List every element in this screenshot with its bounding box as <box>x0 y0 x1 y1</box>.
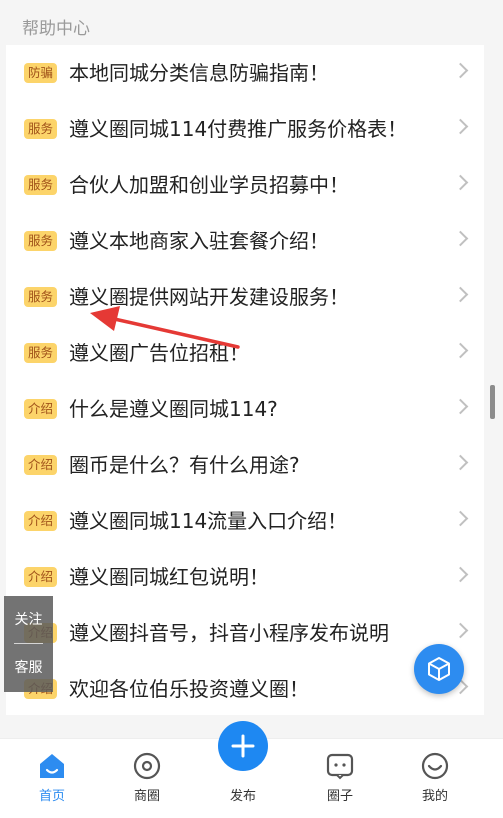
side-float-panel: 关注 客服 <box>4 596 53 692</box>
item-title: 遵义圈同城114付费推广服务价格表！ <box>69 117 408 141</box>
category-tag: 防骗 <box>24 63 58 83</box>
list-item[interactable]: 防骗 本地同城分类信息防骗指南！ <box>6 45 484 101</box>
tab-home-label: 首页 <box>38 789 65 804</box>
help-list: 防骗 本地同城分类信息防骗指南！ 服务 遵义圈同城114付费推广服务价格表！ 服… <box>6 45 484 715</box>
chevron-right-icon <box>452 566 469 583</box>
tab-circle[interactable]: 圈子 <box>300 739 380 818</box>
item-title: 遵义圈提供网站开发建设服务！ <box>69 285 349 309</box>
chevron-right-icon <box>452 174 469 191</box>
list-item[interactable]: 介绍 欢迎各位伯乐投资遵义圈！ <box>6 661 484 717</box>
item-title: 遵义圈广告位招租！ <box>69 341 249 365</box>
category-tag: 介绍 <box>24 455 58 475</box>
smile-icon <box>421 752 449 780</box>
list-item[interactable]: 服务 遵义圈广告位招租！ <box>6 325 484 381</box>
tab-mine[interactable]: 我的 <box>395 739 475 818</box>
help-center-page: 帮助中心 防骗 本地同城分类信息防骗指南！ 服务 遵义圈同城114付费推广服务价… <box>0 0 503 818</box>
list-item[interactable]: 介绍 遵义圈同城红包说明！ <box>6 549 484 605</box>
tab-shop-label: 商圈 <box>133 789 160 804</box>
list-item[interactable]: 服务 遵义圈同城114付费推广服务价格表！ <box>6 101 484 157</box>
chevron-right-icon <box>452 118 469 135</box>
tab-shop[interactable]: 商圈 <box>107 739 187 818</box>
tab-home[interactable]: 首页 <box>12 739 92 818</box>
category-tag: 介绍 <box>24 399 58 419</box>
chevron-right-icon <box>452 230 469 247</box>
item-title: 合伙人加盟和创业学员招募中！ <box>69 173 349 197</box>
home-icon <box>40 754 64 778</box>
list-item[interactable]: 介绍 遵义圈抖音号，抖音小程序发布说明 <box>6 605 484 661</box>
chevron-right-icon <box>452 398 469 415</box>
customer-service-button[interactable]: 客服 <box>4 644 53 692</box>
list-item[interactable]: 服务 遵义圈提供网站开发建设服务！ <box>6 269 484 325</box>
chat-icon <box>326 753 354 780</box>
item-title: 遵义圈抖音号，抖音小程序发布说明 <box>69 621 389 645</box>
chevron-right-icon <box>452 342 469 359</box>
list-item[interactable]: 介绍 什么是遵义圈同城114? <box>6 381 484 437</box>
list-item[interactable]: 服务 合伙人加盟和创业学员招募中！ <box>6 157 484 213</box>
category-tag: 服务 <box>24 343 58 363</box>
follow-button[interactable]: 关注 <box>4 596 53 644</box>
cube-float-button[interactable] <box>414 644 464 694</box>
item-title: 圈币是什么？有什么用途? <box>69 453 300 477</box>
publish-button[interactable] <box>218 721 268 771</box>
chevron-right-icon <box>452 510 469 527</box>
target-icon <box>133 752 161 780</box>
publish-label: 发布 <box>229 789 256 804</box>
tab-circle-label: 圈子 <box>326 789 353 804</box>
item-title: 什么是遵义圈同城114? <box>69 397 278 421</box>
category-tag: 服务 <box>24 287 58 307</box>
list-item[interactable]: 服务 遵义本地商家入驻套餐介绍！ <box>6 213 484 269</box>
list-item[interactable]: 介绍 遵义圈同城114流量入口介绍！ <box>6 493 484 549</box>
item-title: 遵义圈同城114流量入口介绍！ <box>69 509 348 533</box>
category-tag: 服务 <box>24 119 58 139</box>
chevron-right-icon <box>452 622 469 639</box>
chevron-right-icon <box>452 286 469 303</box>
plus-icon <box>231 734 255 758</box>
item-title: 本地同城分类信息防骗指南！ <box>69 61 329 85</box>
scrollbar-thumb[interactable] <box>490 385 495 419</box>
item-title: 欢迎各位伯乐投资遵义圈！ <box>69 677 309 701</box>
category-tag: 服务 <box>24 231 58 251</box>
category-tag: 服务 <box>24 175 58 195</box>
chevron-right-icon <box>452 62 469 79</box>
section-title: 帮助中心 <box>22 19 90 39</box>
chevron-right-icon <box>452 454 469 471</box>
tab-mine-label: 我的 <box>421 789 448 804</box>
category-tag: 介绍 <box>24 511 58 531</box>
item-title: 遵义本地商家入驻套餐介绍！ <box>69 229 329 253</box>
cube-icon <box>428 657 450 681</box>
item-title: 遵义圈同城红包说明！ <box>69 565 269 589</box>
category-tag: 介绍 <box>24 567 58 587</box>
list-item[interactable]: 介绍 圈币是什么？有什么用途? <box>6 437 484 493</box>
